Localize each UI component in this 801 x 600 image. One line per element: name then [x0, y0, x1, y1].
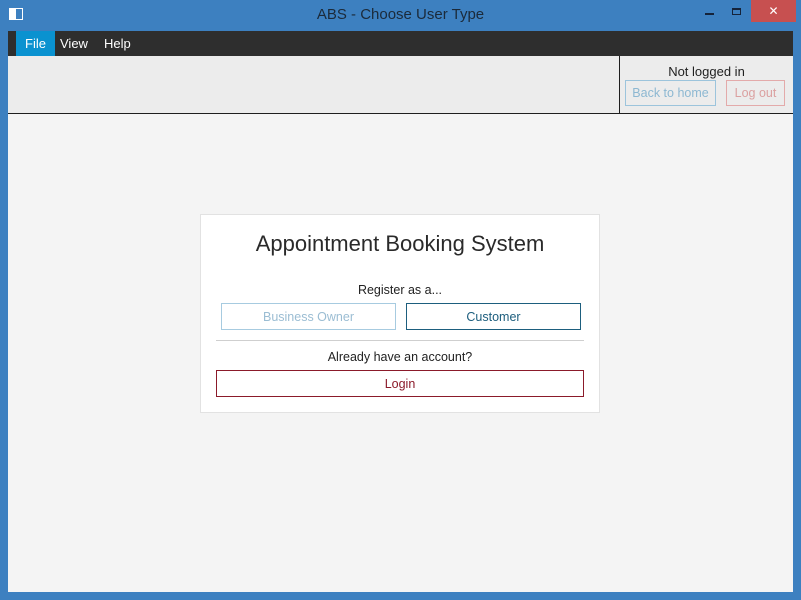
register-prompt: Register as a... [357, 283, 443, 297]
register-customer-button[interactable]: Customer [406, 303, 581, 330]
back-to-home-button[interactable]: Back to home [625, 80, 716, 106]
maximize-icon [731, 7, 741, 15]
card-divider [216, 340, 584, 341]
title-bar[interactable]: ABS - Choose User Type ✕ [0, 0, 801, 31]
log-out-button[interactable]: Log out [726, 80, 785, 106]
menu-help[interactable]: Help [95, 31, 140, 56]
account-prompt: Already have an account? [327, 350, 473, 364]
menu-view[interactable]: View [51, 31, 97, 56]
register-business-owner-button[interactable]: Business Owner [221, 303, 396, 330]
user-type-card: Appointment Booking System Register as a… [200, 214, 600, 413]
login-status: Not logged in [668, 64, 745, 79]
close-icon: ✕ [768, 4, 779, 18]
close-button[interactable]: ✕ [751, 0, 796, 22]
window-title: ABS - Choose User Type [316, 6, 485, 23]
app-window: ABS - Choose User Type ✕ File View Help … [0, 0, 801, 600]
menu-bar: File View Help [8, 31, 793, 56]
minimize-icon [704, 13, 714, 15]
login-button[interactable]: Login [216, 370, 584, 397]
menu-file[interactable]: File [16, 31, 55, 56]
minimize-button[interactable] [695, 0, 723, 22]
page-title: Appointment Booking System [255, 231, 545, 256]
client-area: File View Help Not logged in Back to hom… [8, 31, 793, 592]
maximize-button[interactable] [723, 0, 749, 22]
top-toolbar: Not logged in Back to home Log out [8, 56, 793, 114]
